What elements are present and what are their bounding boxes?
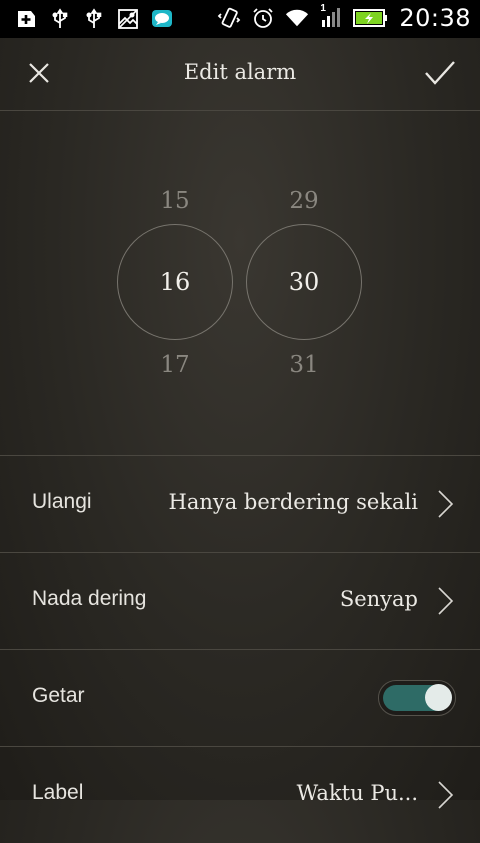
vibrate-label: Getar xyxy=(32,684,85,707)
minute-selected[interactable]: 30 xyxy=(246,224,362,340)
page-title: Edit alarm xyxy=(183,60,297,84)
toggle-knob xyxy=(425,684,452,711)
alarm-clock-icon xyxy=(251,6,275,30)
label-label: Label xyxy=(32,781,84,804)
time-picker: 15 16 17 29 30 31 xyxy=(0,110,480,455)
wifi-icon xyxy=(285,6,309,30)
chevron-right-icon xyxy=(438,587,454,615)
signal-sim-label: 1 xyxy=(320,3,326,14)
hour-selected[interactable]: 16 xyxy=(117,224,233,340)
confirm-button[interactable] xyxy=(416,52,464,94)
hour-picker[interactable]: 15 16 17 xyxy=(115,110,235,455)
battery-charging-icon xyxy=(353,6,389,30)
signal-icon: 1 xyxy=(319,3,343,30)
repeat-label: Ulangi xyxy=(32,490,92,513)
top-bar: Edit alarm xyxy=(0,38,480,111)
hour-next[interactable]: 17 xyxy=(115,352,235,378)
minute-prev[interactable]: 29 xyxy=(244,188,364,214)
minute-next[interactable]: 31 xyxy=(244,352,364,378)
hour-prev[interactable]: 15 xyxy=(115,188,235,214)
chevron-right-icon xyxy=(438,490,454,518)
check-icon xyxy=(425,61,455,85)
repeat-value: Hanya berdering sekali xyxy=(168,490,418,514)
chevron-right-icon xyxy=(438,781,454,809)
ringtone-label: Nada dering xyxy=(32,587,147,610)
status-bar: 1 20:38 xyxy=(0,0,480,38)
chat-bubble-icon xyxy=(150,7,174,31)
status-bar-notifications xyxy=(14,7,174,31)
status-bar-system: 1 20:38 xyxy=(217,3,471,32)
usb-icon xyxy=(82,7,106,31)
status-time: 20:38 xyxy=(399,4,471,32)
label-value: Waktu Pu... xyxy=(296,781,418,805)
vibrate-toggle[interactable] xyxy=(378,680,456,716)
minute-picker[interactable]: 29 30 31 xyxy=(244,110,364,455)
image-icon xyxy=(116,7,140,31)
label-row[interactable]: Label Waktu Pu... xyxy=(0,746,480,843)
repeat-row[interactable]: Ulangi Hanya berdering sekali xyxy=(0,455,480,552)
vibrate-icon xyxy=(217,6,241,30)
vibrate-row: Getar xyxy=(0,649,480,746)
ringtone-row[interactable]: Nada dering Senyap xyxy=(0,552,480,649)
add-notification-icon xyxy=(14,7,38,31)
ringtone-value: Senyap xyxy=(339,587,418,611)
usb-icon xyxy=(48,7,72,31)
